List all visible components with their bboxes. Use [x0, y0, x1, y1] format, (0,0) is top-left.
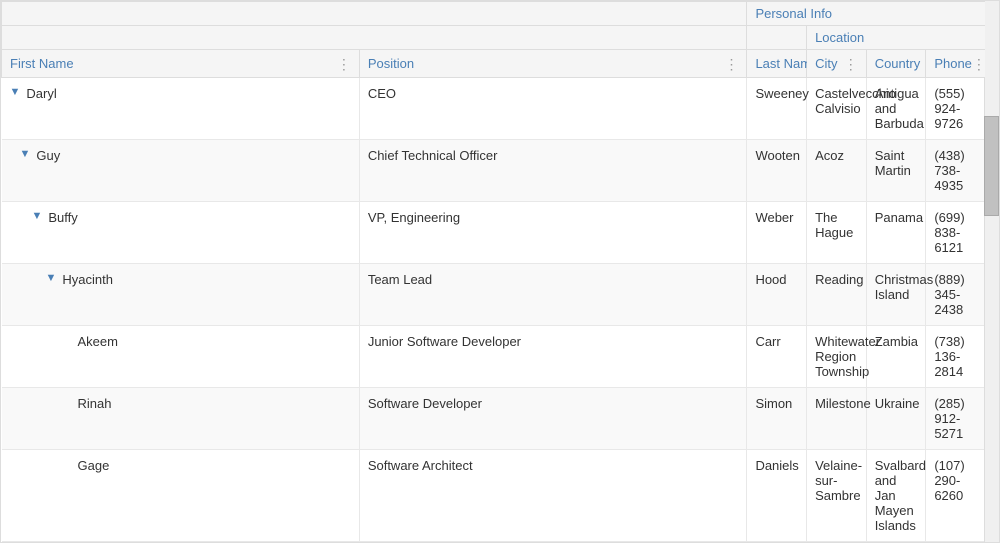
table-row: Akeem Junior Software DeveloperCarrWhitew…: [2, 326, 986, 388]
lastname-cell: Weber: [747, 202, 807, 264]
table-row: ▼ Buffy VP, EngineeringWeberThe HaguePanam…: [2, 202, 986, 264]
firstname-cell: Rinah: [2, 388, 360, 450]
phone-cell: (800) 301-1978: [926, 542, 986, 543]
country-cell: Christmas Island: [866, 264, 926, 326]
firstname-value: Rinah: [78, 396, 112, 411]
position-cell: Software Architect: [359, 450, 747, 542]
location-label: Location: [815, 30, 864, 45]
city-cell: Reading: [807, 264, 867, 326]
position-cell: Junior Software Developer: [359, 326, 747, 388]
table-grid[interactable]: Personal Info Location First N: [1, 1, 986, 542]
phone-cell: (889) 345-2438: [926, 264, 986, 326]
table-row: ▼ Daryl CEOSweeneyCastelvecchio CalvisioAn…: [2, 78, 986, 140]
scrollbar-thumb[interactable]: [984, 116, 999, 216]
table-row: Gage Software ArchitectDanielsVelaine-sur…: [2, 450, 986, 542]
firstname-value: Hyacinth: [62, 272, 113, 287]
lastname-cell: Sweeney: [747, 78, 807, 140]
phone-cell: (107) 290-6260: [926, 450, 986, 542]
city-cell: Velaine-sur-Sambre: [807, 450, 867, 542]
city-cell: Acoz: [807, 140, 867, 202]
table-row: ▼ Hyacinth Team LeadHoodReadingChristmas I…: [2, 264, 986, 326]
firstname-cell: ▼ Daryl: [2, 78, 360, 140]
city-menu-icon[interactable]: ⋮: [844, 57, 858, 71]
city-cell: Milestone: [807, 388, 867, 450]
country-cell: Zambia: [866, 326, 926, 388]
city-cell: The Hague: [807, 202, 867, 264]
header-city[interactable]: City ⋮: [807, 50, 867, 78]
phone-cell: (438) 738-4935: [926, 140, 986, 202]
position-cell: Software Developer: [359, 388, 747, 450]
lastname-cell: Hood: [747, 264, 807, 326]
header-location: Location: [807, 26, 986, 50]
firstname-cell: ▼Constance: [2, 542, 360, 543]
header-empty-5: [747, 26, 807, 50]
header-firstname[interactable]: First Name ⋮: [2, 50, 360, 78]
position-header-label: Position: [368, 56, 414, 71]
position-cell: Team Lead: [359, 264, 747, 326]
country-cell: Saint Martin: [866, 140, 926, 202]
phone-cell: (555) 924-9726: [926, 78, 986, 140]
table-row: ▼ Guy Chief Technical OfficerWootenAcozSai…: [2, 140, 986, 202]
country-header-label: Country: [875, 56, 921, 71]
header-position[interactable]: Position ⋮: [359, 50, 747, 78]
row-toggle[interactable]: ▼: [46, 272, 57, 284]
firstname-value: Akeem: [78, 334, 118, 349]
firstname-header-label: First Name: [10, 56, 74, 71]
row-toggle[interactable]: ▼: [32, 210, 43, 222]
firstname-value: Guy: [36, 148, 60, 163]
position-menu-icon[interactable]: ⋮: [724, 57, 738, 71]
city-cell: Whitewater Region Township: [807, 326, 867, 388]
lastname-cell: Carr: [747, 326, 807, 388]
header-country[interactable]: Country ⋮: [866, 50, 926, 78]
header-empty-2: [359, 2, 747, 26]
country-cell: Svalbard and Jan Mayen Islands: [866, 450, 926, 542]
header-empty-4: [359, 26, 747, 50]
lastname-cell: Simon: [747, 388, 807, 450]
firstname-cell: Gage: [2, 450, 360, 542]
position-cell: Director, Engineering: [359, 542, 747, 543]
position-cell: VP, Engineering: [359, 202, 747, 264]
phone-cell: (285) 912-5271: [926, 388, 986, 450]
header-lastname[interactable]: Last Name ⋮: [747, 50, 807, 78]
header-group-row: Personal Info: [2, 2, 986, 26]
lastname-cell: Daniels: [747, 450, 807, 542]
city-cell: Castelvecchio Calvisio: [807, 78, 867, 140]
country-cell: Norway: [866, 542, 926, 543]
scrollbar-track[interactable]: [984, 1, 999, 542]
firstname-cell: ▼ Guy: [2, 140, 360, 202]
header-subgroup-row: Location: [2, 26, 986, 50]
firstname-value: Daryl: [26, 86, 56, 101]
country-cell: Antigua and Barbuda: [866, 78, 926, 140]
header-personal-info: Personal Info: [747, 2, 986, 26]
phone-cell: (699) 838-6121: [926, 202, 986, 264]
city-cell: Warminster: [807, 542, 867, 543]
main-table-container: Personal Info Location First N: [0, 0, 1000, 543]
header-empty-1: [2, 2, 360, 26]
lastname-cell: Wooten: [747, 140, 807, 202]
firstname-value: Buffy: [48, 210, 77, 225]
firstname-cell: ▼ Buffy: [2, 202, 360, 264]
position-cell: CEO: [359, 78, 747, 140]
country-cell: Panama: [866, 202, 926, 264]
lastname-cell: Vazquez: [747, 542, 807, 543]
firstname-cell: ▼ Hyacinth: [2, 264, 360, 326]
table-row: ▼ConstanceDirector, EngineeringVazquezWa…: [2, 542, 986, 543]
header-columns-row: First Name ⋮ Position ⋮ Last Name: [2, 50, 986, 78]
city-header-label: City: [815, 56, 837, 71]
row-toggle[interactable]: ▼: [20, 148, 31, 160]
phone-header-label: Phone: [934, 56, 972, 71]
country-cell: Ukraine: [866, 388, 926, 450]
table-row: Rinah Software DeveloperSimonMilestoneUkr…: [2, 388, 986, 450]
personal-info-label: Personal Info: [755, 6, 832, 21]
phone-menu-icon[interactable]: ⋮: [972, 57, 986, 71]
position-cell: Chief Technical Officer: [359, 140, 747, 202]
phone-cell: (738) 136-2814: [926, 326, 986, 388]
firstname-cell: Akeem: [2, 326, 360, 388]
header-empty-3: [2, 26, 360, 50]
firstname-value: Gage: [78, 458, 110, 473]
header-phone[interactable]: Phone ⋮: [926, 50, 986, 78]
row-toggle[interactable]: ▼: [10, 86, 21, 98]
firstname-menu-icon[interactable]: ⋮: [337, 57, 351, 71]
